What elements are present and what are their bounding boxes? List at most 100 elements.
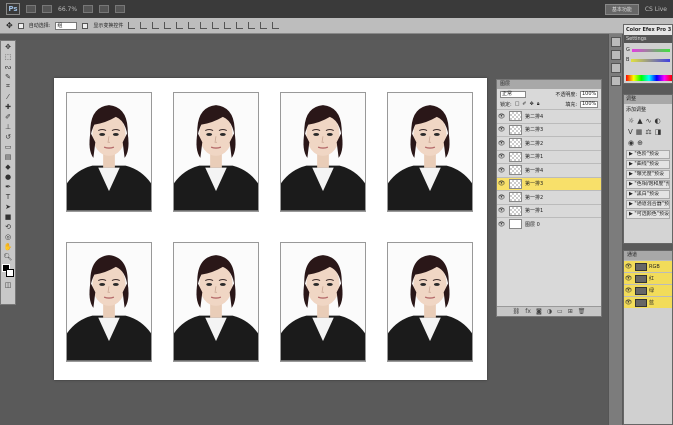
layer-row[interactable]: 👁︎ 第一排1: [497, 203, 601, 218]
auto-select-checkbox[interactable]: [17, 22, 24, 29]
tab-channels[interactable]: 通道: [624, 251, 672, 260]
clone-stamp-tool-icon[interactable]: ⊥: [2, 122, 14, 131]
distribute-center-icon[interactable]: [248, 22, 256, 29]
brightness-icon[interactable]: ☼: [628, 117, 634, 125]
visibility-eye-icon[interactable]: 👁︎: [497, 140, 506, 147]
lock-image-icon[interactable]: ✐: [522, 101, 526, 107]
align-middle-icon[interactable]: [140, 22, 148, 29]
layer-row[interactable]: 👁︎ 第二排3: [497, 122, 601, 137]
visibility-eye-icon[interactable]: 👁︎: [624, 299, 633, 306]
preset-item[interactable]: ▶ "黑白"预设: [626, 190, 670, 199]
align-left-icon[interactable]: [164, 22, 172, 29]
preset-item[interactable]: ▶ "曲线"预设: [626, 160, 670, 169]
arrange-documents-button[interactable]: [99, 5, 110, 13]
tab-adjustments[interactable]: 调整: [624, 95, 672, 104]
distribute-bottom-icon[interactable]: [224, 22, 232, 29]
b-slider[interactable]: [631, 58, 670, 62]
quick-select-tool-icon[interactable]: ✎: [2, 72, 14, 81]
cs-live-button[interactable]: CS Live: [645, 6, 667, 13]
blur-tool-icon[interactable]: ◆: [2, 162, 14, 171]
layer-row[interactable]: 👁︎ 第一排4: [497, 163, 601, 177]
lock-transparent-icon[interactable]: □: [515, 101, 520, 107]
lock-all-icon[interactable]: 🔒︎: [537, 101, 540, 107]
path-select-tool-icon[interactable]: ➤: [2, 202, 14, 211]
layer-row[interactable]: 👁︎ 第一排2: [497, 190, 601, 204]
quick-mask-icon[interactable]: ◫: [2, 280, 14, 289]
history-brush-tool-icon[interactable]: ↺: [2, 132, 14, 141]
link-layers-icon[interactable]: ⛓: [513, 308, 521, 315]
color-swatches[interactable]: [1, 263, 15, 279]
move-tool-icon[interactable]: ✥: [6, 21, 13, 30]
info-panel-icon[interactable]: [611, 63, 621, 73]
preset-item[interactable]: ▶ "可选颜色"预设: [626, 210, 670, 219]
tab-layers[interactable]: 图层: [497, 80, 601, 89]
auto-select-dropdown[interactable]: 组: [55, 21, 78, 30]
visibility-eye-icon[interactable]: 👁︎: [624, 275, 633, 282]
3d-rotate-tool-icon[interactable]: ⟲: [2, 222, 14, 231]
view-extras-button[interactable]: [83, 5, 94, 13]
healing-brush-tool-icon[interactable]: ✚: [2, 102, 14, 111]
visibility-eye-icon[interactable]: 👁︎: [497, 167, 506, 174]
document-canvas[interactable]: [54, 78, 487, 380]
new-layer-icon[interactable]: ⊞: [568, 308, 573, 315]
visibility-eye-icon[interactable]: 👁︎: [497, 207, 506, 214]
shape-tool-icon[interactable]: ■: [2, 212, 14, 221]
color-spectrum-bar[interactable]: [626, 75, 672, 81]
zoom-tool-icon[interactable]: 🔍︎: [2, 252, 14, 261]
gradient-tool-icon[interactable]: ▤: [2, 152, 14, 161]
channel-mixer-icon[interactable]: ⊕: [637, 139, 643, 147]
color-balance-icon[interactable]: ⚖: [645, 128, 651, 136]
actions-panel-icon[interactable]: [611, 50, 621, 60]
add-mask-icon[interactable]: ◙: [536, 308, 542, 315]
b-slider-row[interactable]: B: [626, 57, 670, 63]
adjustment-layer-icon[interactable]: ◑: [547, 308, 552, 315]
opacity-input[interactable]: 100%: [580, 90, 598, 98]
g-slider-row[interactable]: G: [626, 47, 670, 53]
visibility-eye-icon[interactable]: 👁︎: [624, 287, 633, 294]
align-bottom-icon[interactable]: [152, 22, 160, 29]
crop-tool-icon[interactable]: ⌗: [2, 82, 14, 91]
brush-tool-icon[interactable]: ✐: [2, 112, 14, 121]
marquee-tool-icon[interactable]: ⬚: [2, 52, 14, 61]
pen-tool-icon[interactable]: ✒: [2, 182, 14, 191]
delete-layer-icon[interactable]: 🗑︎: [578, 308, 586, 315]
auto-align-icon[interactable]: [272, 22, 280, 29]
distribute-middle-icon[interactable]: [212, 22, 220, 29]
lock-position-icon[interactable]: ✥: [530, 101, 534, 107]
background-color-swatch[interactable]: [6, 269, 14, 277]
layer-row[interactable]: 👁︎ 第二排2: [497, 136, 601, 150]
hand-tool-icon[interactable]: ✋: [2, 242, 14, 251]
vibrance-icon[interactable]: V: [628, 128, 633, 136]
align-center-icon[interactable]: [176, 22, 184, 29]
visibility-eye-icon[interactable]: 👁︎: [497, 180, 506, 187]
color-efex-settings[interactable]: Settings: [624, 35, 672, 43]
distribute-top-icon[interactable]: [200, 22, 208, 29]
black-white-icon[interactable]: ◨: [655, 128, 662, 136]
visibility-eye-icon[interactable]: 👁︎: [497, 153, 506, 160]
3d-orbit-tool-icon[interactable]: ◎: [2, 232, 14, 241]
history-panel-icon[interactable]: [611, 37, 621, 47]
type-tool-icon[interactable]: T: [2, 192, 14, 201]
preset-item[interactable]: ▶ "色阶"预设: [626, 150, 670, 159]
g-slider[interactable]: [631, 48, 670, 52]
layer-style-icon[interactable]: fx: [525, 308, 531, 315]
distribute-right-icon[interactable]: [260, 22, 268, 29]
layer-row[interactable]: 👁︎ 图层 0: [497, 217, 601, 231]
visibility-eye-icon[interactable]: 👁︎: [497, 126, 506, 133]
visibility-eye-icon[interactable]: 👁︎: [497, 221, 506, 228]
fill-input[interactable]: 100%: [580, 100, 598, 108]
new-group-icon[interactable]: ▭: [557, 308, 563, 315]
layer-row[interactable]: 👁︎ 第二排4: [497, 109, 601, 123]
launch-minibridge-button[interactable]: [42, 5, 52, 13]
visibility-eye-icon[interactable]: 👁︎: [497, 113, 506, 120]
channel-row[interactable]: 👁︎ RGB: [624, 260, 672, 272]
align-right-icon[interactable]: [188, 22, 196, 29]
lasso-tool-icon[interactable]: ᔓ: [2, 62, 14, 71]
channel-row[interactable]: 👁︎ 蓝: [624, 296, 672, 308]
show-transform-checkbox[interactable]: [82, 22, 89, 29]
photo-filter-icon[interactable]: ◉: [628, 139, 634, 147]
layer-row[interactable]: 👁︎ 第一排3: [497, 176, 601, 190]
eraser-tool-icon[interactable]: ▭: [2, 142, 14, 151]
hue-saturation-icon[interactable]: ▦: [636, 128, 643, 136]
zoom-level[interactable]: 66.7%: [58, 6, 77, 13]
